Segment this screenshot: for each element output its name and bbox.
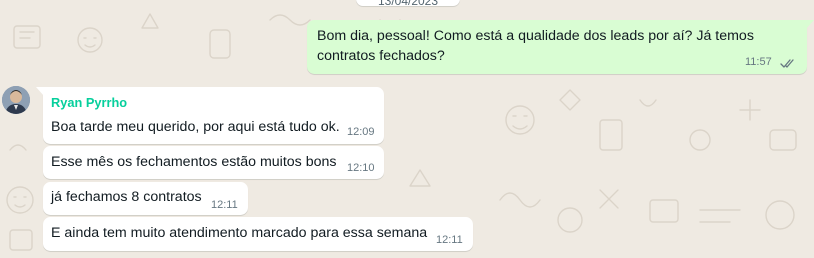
incoming-message-bubble[interactable]: E ainda tem muito atendimento marcado pa… xyxy=(43,217,473,251)
outgoing-message-bubble[interactable]: Bom dia, pessoal! Como está a qualidade … xyxy=(307,20,814,74)
outgoing-message-text: Bom dia, pessoal! Como está a qualidade … xyxy=(317,28,754,64)
incoming-message-time: 12:10 xyxy=(347,162,375,174)
double-check-read-icon xyxy=(780,59,794,68)
incoming-message-bubble[interactable]: Esse mês os fechamentos estão muitos bon… xyxy=(43,146,384,179)
contact-photo-icon xyxy=(2,86,30,114)
incoming-message-time: 12:11 xyxy=(211,199,238,211)
incoming-message-time: 12:11 xyxy=(436,234,463,246)
outgoing-message-time: 11:57 xyxy=(745,56,772,68)
sender-name[interactable]: Ryan Pyrrho xyxy=(51,94,127,112)
incoming-message-text: E ainda tem muito atendimento marcado pa… xyxy=(51,225,428,241)
incoming-message-text: Boa tarde meu querido, por aqui está tud… xyxy=(51,119,340,135)
incoming-message-bubble[interactable]: Ryan Pyrrho Boa tarde meu querido, por a… xyxy=(36,87,384,144)
date-separator-chip: 13/04/2023 xyxy=(356,0,460,8)
incoming-message-time: 12:09 xyxy=(347,126,375,138)
incoming-message-text: Esse mês os fechamentos estão muitos bon… xyxy=(51,154,337,170)
incoming-message-bubble[interactable]: já fechamos 8 contratos 12:11 xyxy=(43,182,248,215)
date-separator-text: 13/04/2023 xyxy=(377,0,439,8)
incoming-message-text: já fechamos 8 contratos xyxy=(51,189,202,205)
avatar[interactable] xyxy=(2,86,30,114)
